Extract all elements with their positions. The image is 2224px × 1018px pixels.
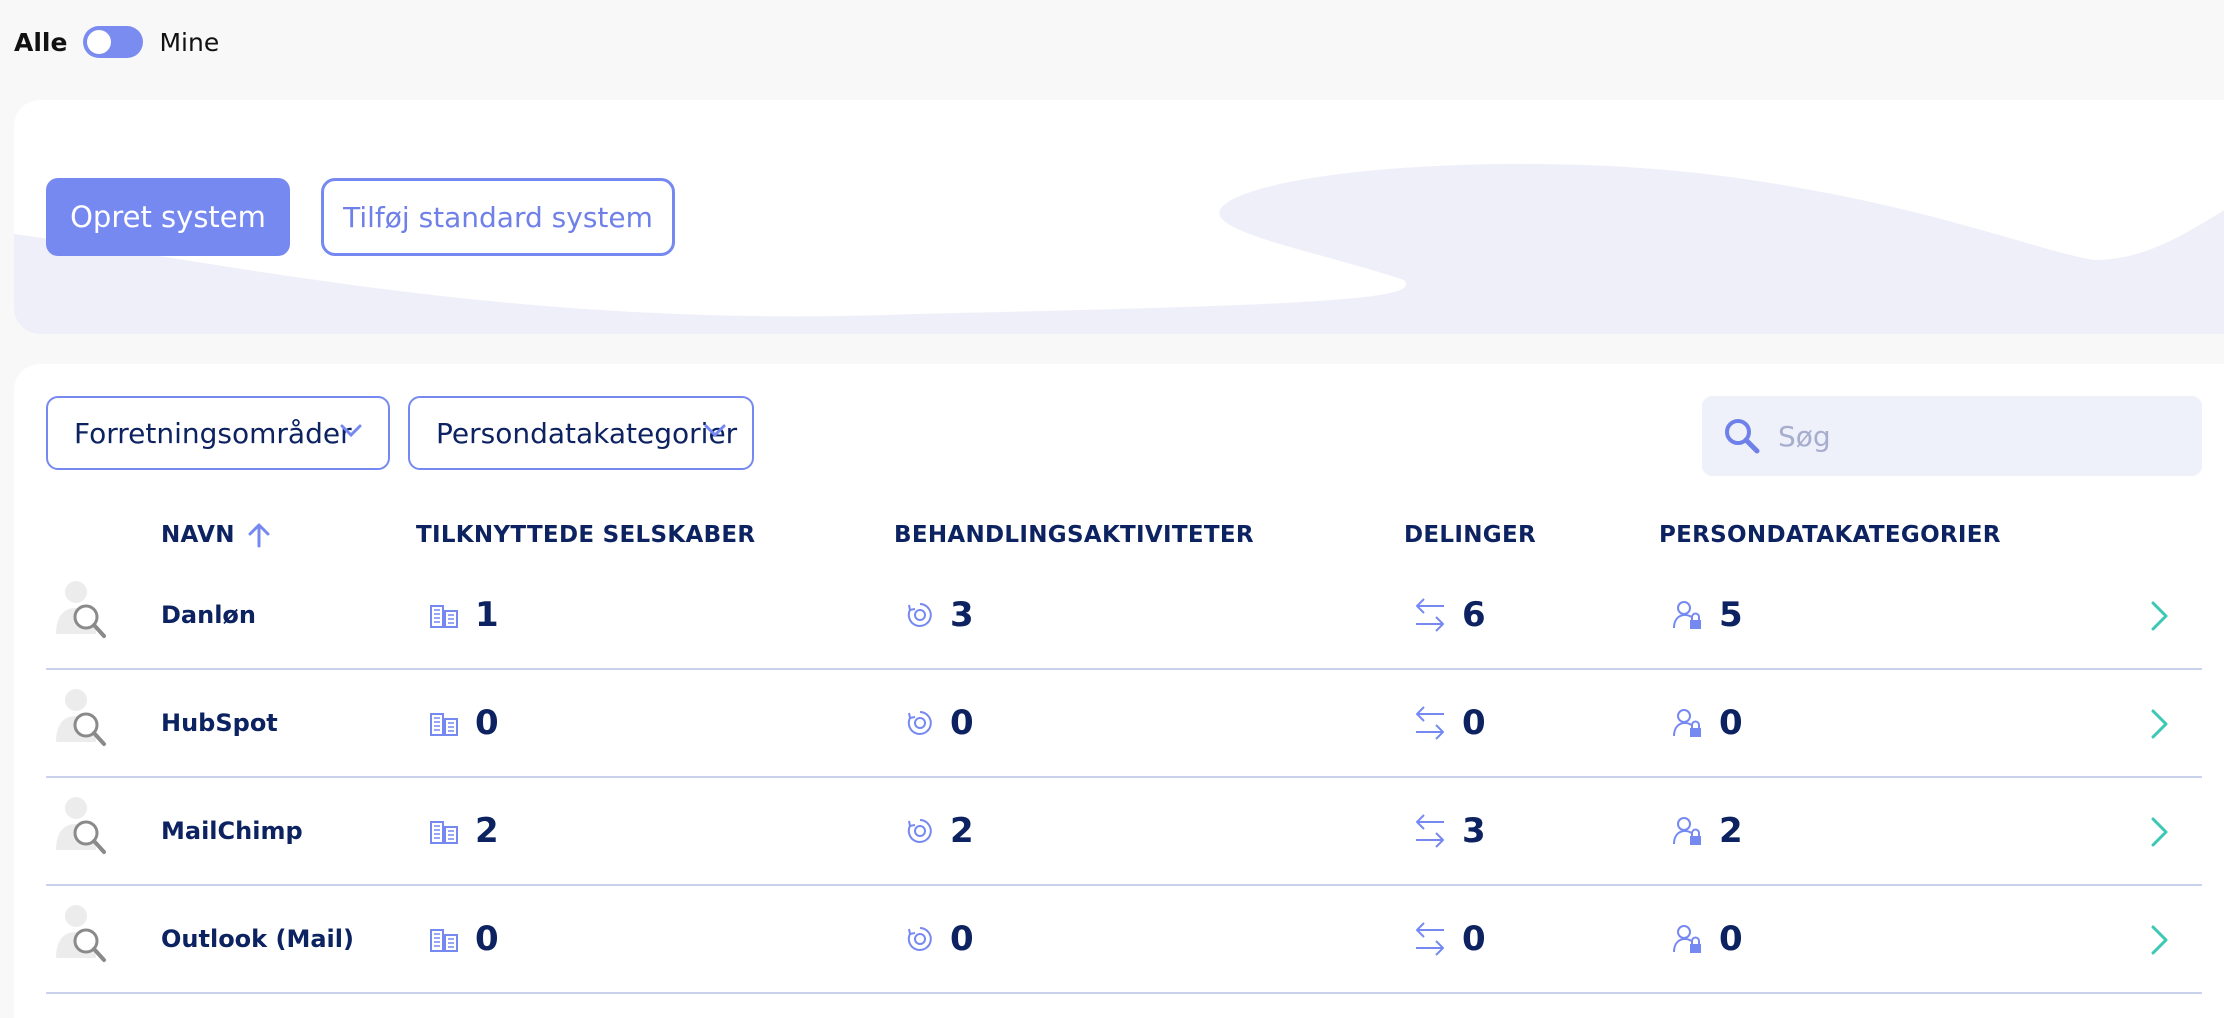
building-icon — [430, 929, 458, 952]
building-icon — [430, 605, 458, 628]
table-row[interactable]: Outlook (Mail) 0 0 0 0 — [46, 886, 2202, 994]
processing-icon — [907, 711, 932, 735]
data-categories-filter[interactable]: Persondatakategorier — [408, 396, 754, 470]
user-search-icon — [56, 581, 106, 638]
data-categories-filter-label: Persondatakategorier — [436, 416, 738, 450]
companies-count: 0 — [475, 703, 499, 743]
system-name: Danløn — [161, 601, 257, 629]
swap-arrows-icon — [1416, 706, 1444, 740]
user-lock-icon — [1673, 817, 1701, 845]
column-header-name[interactable]: NAVN — [161, 522, 271, 548]
building-icon — [430, 713, 458, 736]
system-name: Outlook (Mail) — [161, 925, 354, 953]
table-row[interactable]: Danløn 1 3 6 5 — [46, 562, 2202, 670]
column-header-categories: PERSONDATAKATEGORIER — [1659, 522, 2001, 548]
categories-count: 5 — [1719, 595, 1743, 635]
toggle-label-all[interactable]: Alle — [14, 28, 67, 57]
system-name: MailChimp — [161, 817, 303, 845]
search-input[interactable] — [1778, 419, 2158, 453]
sharings-cell: 3 — [1414, 778, 1486, 884]
activities-cell: 0 — [906, 886, 974, 992]
sharings-count: 0 — [1462, 919, 1486, 959]
add-standard-system-button[interactable]: Tilføj standard system — [321, 178, 675, 256]
activities-cell: 3 — [906, 562, 974, 668]
categories-count: 0 — [1719, 919, 1743, 959]
companies-cell: 0 — [429, 886, 499, 992]
business-areas-filter[interactable]: Forretningsområder — [46, 396, 390, 470]
companies-count: 0 — [475, 919, 499, 959]
categories-cell: 5 — [1673, 562, 1743, 668]
table-row[interactable]: MailChimp 2 2 3 2 — [46, 778, 2202, 886]
sharings-cell: 0 — [1414, 886, 1486, 992]
business-areas-filter-label: Forretningsområder — [74, 416, 352, 450]
column-header-companies: TILKNYTTEDE SELSKABER — [416, 522, 756, 548]
sharings-count: 3 — [1462, 811, 1486, 851]
chevron-right-icon[interactable] — [2150, 600, 2170, 632]
chevron-down-icon — [704, 424, 726, 438]
activities-count: 3 — [950, 595, 974, 635]
user-lock-icon — [1673, 709, 1701, 737]
sharings-cell: 0 — [1414, 670, 1486, 776]
chevron-right-icon[interactable] — [2150, 708, 2170, 740]
chevron-down-icon — [340, 424, 362, 438]
table-row[interactable]: HubSpot 0 0 0 0 — [46, 670, 2202, 778]
companies-count: 1 — [475, 595, 499, 635]
activities-count: 2 — [950, 811, 974, 851]
column-header-name-label: NAVN — [161, 522, 235, 548]
sharings-cell: 6 — [1414, 562, 1486, 668]
search-box[interactable] — [1702, 396, 2202, 476]
sharings-count: 6 — [1462, 595, 1486, 635]
toggle-label-mine[interactable]: Mine — [159, 28, 219, 57]
column-header-sharings: DELINGER — [1404, 522, 1536, 548]
categories-count: 2 — [1719, 811, 1743, 851]
create-system-button[interactable]: Opret system — [46, 178, 290, 256]
column-header-activities: BEHANDLINGSAKTIVITETER — [894, 522, 1254, 548]
swap-arrows-icon — [1416, 922, 1444, 956]
toggle-knob — [87, 30, 112, 54]
user-lock-icon — [1673, 601, 1701, 629]
activities-cell: 2 — [906, 778, 974, 884]
chevron-right-icon[interactable] — [2150, 816, 2170, 848]
building-icon — [430, 821, 458, 844]
categories-cell: 0 — [1673, 886, 1743, 992]
processing-icon — [907, 927, 932, 951]
swap-arrows-icon — [1416, 814, 1444, 848]
processing-icon — [907, 603, 932, 627]
user-lock-icon — [1673, 925, 1701, 953]
categories-cell: 2 — [1673, 778, 1743, 884]
processing-icon — [907, 819, 932, 843]
companies-cell: 2 — [429, 778, 499, 884]
view-toggle: Alle Mine — [14, 26, 219, 58]
system-name: HubSpot — [161, 709, 278, 737]
user-search-icon — [56, 797, 106, 854]
sharings-count: 0 — [1462, 703, 1486, 743]
companies-cell: 1 — [429, 562, 499, 668]
activities-count: 0 — [950, 703, 974, 743]
categories-count: 0 — [1719, 703, 1743, 743]
activities-count: 0 — [950, 919, 974, 959]
chevron-right-icon[interactable] — [2150, 924, 2170, 956]
search-icon — [1725, 419, 1760, 454]
companies-cell: 0 — [429, 670, 499, 776]
swap-arrows-icon — [1416, 598, 1444, 632]
user-search-icon — [56, 689, 106, 746]
all-mine-toggle-switch[interactable] — [83, 26, 144, 58]
categories-cell: 0 — [1673, 670, 1743, 776]
companies-count: 2 — [475, 811, 499, 851]
activities-cell: 0 — [906, 670, 974, 776]
hero-card: Opret system Tilføj standard system — [14, 100, 2224, 334]
user-search-icon — [56, 905, 106, 962]
arrow-up-icon — [248, 523, 270, 548]
